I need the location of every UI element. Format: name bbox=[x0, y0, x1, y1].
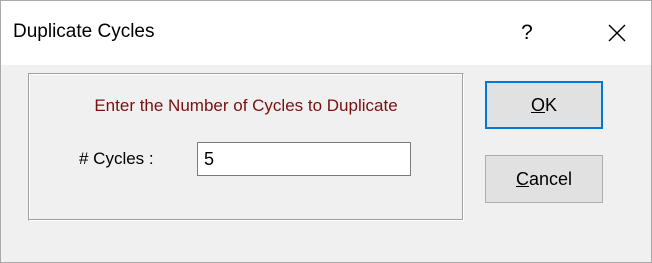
close-icon bbox=[608, 24, 626, 42]
ok-mnemonic: O bbox=[530, 94, 545, 115]
cycles-group-box: Enter the Number of Cycles to Duplicate … bbox=[28, 73, 464, 221]
cancel-mnemonic: C bbox=[515, 168, 529, 189]
ok-label-rest: K bbox=[545, 94, 558, 115]
close-button[interactable] bbox=[587, 9, 647, 57]
cancel-label-rest: ancel bbox=[528, 168, 573, 189]
cancel-button[interactable]: Cancel bbox=[485, 155, 603, 203]
ok-button[interactable]: OK bbox=[485, 81, 603, 129]
cycles-input[interactable] bbox=[197, 142, 411, 176]
duplicate-cycles-dialog: Duplicate Cycles ? Enter the Number of C… bbox=[0, 0, 652, 263]
window-title: Duplicate Cycles bbox=[13, 21, 155, 42]
prompt-text: Enter the Number of Cycles to Duplicate bbox=[94, 96, 398, 115]
cycles-label: # Cycles : bbox=[79, 149, 154, 168]
title-bar[interactable]: Duplicate Cycles ? bbox=[1, 1, 651, 65]
help-button[interactable]: ? bbox=[497, 9, 557, 57]
